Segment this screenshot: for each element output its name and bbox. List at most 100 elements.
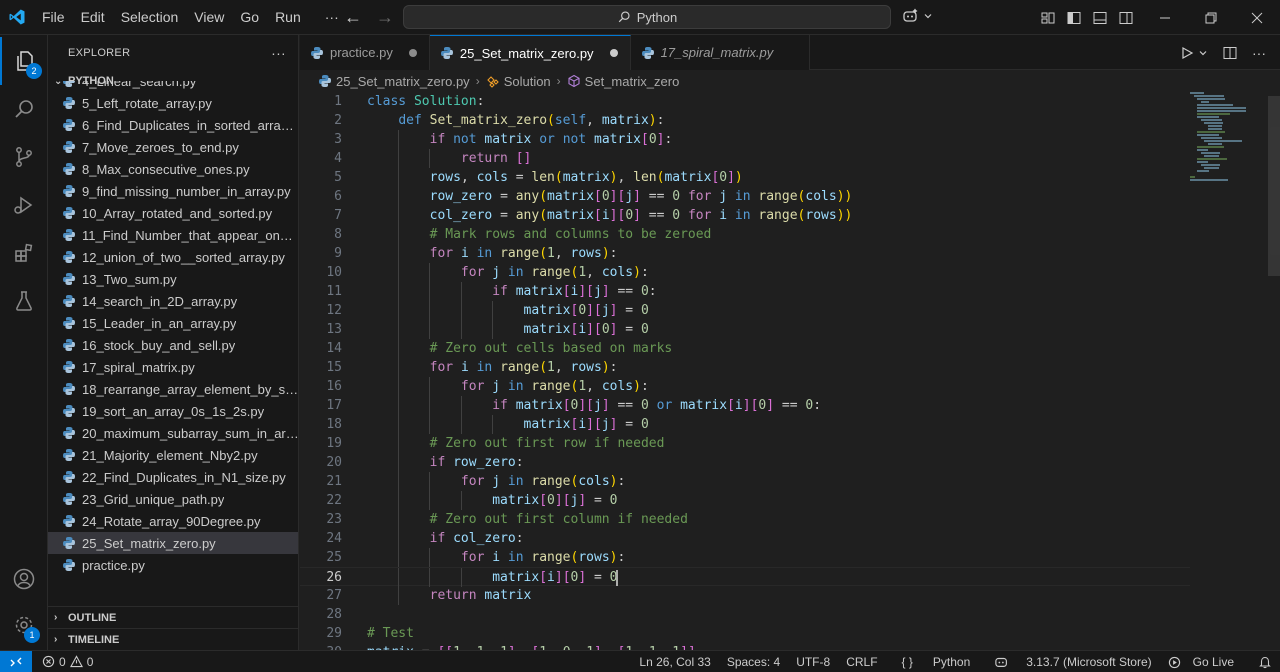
account-icon[interactable] [0,555,48,603]
encoding[interactable]: UTF-8 [788,655,838,669]
breadcrumb-method[interactable]: Set_matrix_zero [585,74,680,89]
code-line[interactable]: 9 for i in range(1, rows): [300,244,1190,263]
file-item[interactable]: 17_spiral_matrix.py [48,356,298,378]
menu-go[interactable]: Go [232,0,267,35]
code-line[interactable]: 7 col_zero = any(matrix[i][0] == 0 for i… [300,206,1190,225]
code-line[interactable]: 24 if col_zero: [300,529,1190,548]
code-line[interactable]: 25 for i in range(rows): [300,548,1190,567]
file-item[interactable]: 11_Find_Number_that_appear_once.py [48,224,298,246]
file-item[interactable]: 19_sort_an_array_0s_1s_2s.py [48,400,298,422]
file-item[interactable]: 23_Grid_unique_path.py [48,488,298,510]
timeline-section[interactable]: › TIMELINE [48,628,298,650]
minimize-icon[interactable] [1142,0,1188,35]
code-line[interactable]: 17 if matrix[0][j] == 0 or matrix[i][0] … [300,396,1190,415]
file-item[interactable]: 12_union_of_two__sorted_array.py [48,246,298,268]
code-line[interactable]: 26 matrix[i][0] = 0 [300,567,1190,587]
file-item[interactable]: 18_rearrange_array_element_by_sign.py [48,378,298,400]
file-item[interactable]: 13_Two_sum.py [48,268,298,290]
file-item[interactable]: 9_find_missing_number_in_array.py [48,180,298,202]
customize-layout-icon[interactable] [1040,10,1056,26]
file-item[interactable]: 7_Move_zeroes_to_end.py [48,136,298,158]
file-item[interactable]: 15_Leader_in_an_array.py [48,312,298,334]
file-item[interactable]: 20_maximum_subarray_sum_in_array.py [48,422,298,444]
code-line[interactable]: 30 matrix = [[1, 1, 1], [1, 0, 1], [1, 1,… [300,643,1190,650]
code-line[interactable]: 21 for j in range(cols): [300,472,1190,491]
outline-section[interactable]: › OUTLINE [48,606,298,628]
indentation[interactable]: Spaces: 4 [719,655,788,669]
testing-flask-icon[interactable] [0,277,48,325]
split-editor-icon[interactable] [1222,45,1238,61]
editor-tab[interactable]: 17_spiral_matrix.py [630,35,811,70]
editor-tab[interactable]: practice.py [300,35,430,70]
code-line[interactable]: 10 for j in range(1, cols): [300,263,1190,282]
code-line[interactable]: 16 for j in range(1, cols): [300,377,1190,396]
copilot-status-icon[interactable] [986,655,1018,669]
explorer-more-actions[interactable]: ··· [271,45,286,61]
file-item[interactable]: practice.py [48,554,298,576]
menu-more[interactable]: ··· [317,0,347,35]
forward-arrow-icon[interactable]: → [376,7,394,28]
code-line[interactable]: 1 class Solution: [300,92,1190,111]
breadcrumb-file[interactable]: 25_Set_matrix_zero.py [336,74,470,89]
close-icon[interactable] [1234,0,1280,35]
file-item[interactable]: 22_Find_Duplicates_in_N1_size.py [48,466,298,488]
restore-icon[interactable] [1188,0,1234,35]
code-line[interactable]: 27 return matrix [300,586,1190,605]
code-line[interactable]: 22 matrix[0][j] = 0 [300,491,1190,510]
menu-file[interactable]: File [34,0,73,35]
code-line[interactable]: 14 # Zero out cells based on marks [300,339,1190,358]
more-actions-icon[interactable]: ··· [1252,45,1266,61]
code-line[interactable]: 3 if not matrix or not matrix[0]: [300,130,1190,149]
language-mode[interactable]: { } Python [886,655,987,669]
code-line[interactable]: 29 # Test [300,624,1190,643]
code-line[interactable]: 28 [300,605,1190,624]
code-line[interactable]: 23 # Zero out first column if needed [300,510,1190,529]
file-item[interactable]: 14_search_in_2D_array.py [48,290,298,312]
command-center-search[interactable]: Python [403,5,891,29]
file-item[interactable]: 16_stock_buy_and_sell.py [48,334,298,356]
code-line[interactable]: 8 # Mark rows and columns to be zeroed [300,225,1190,244]
notifications-bell-icon[interactable] [1250,655,1280,669]
code-line[interactable]: 11 if matrix[i][j] == 0: [300,282,1190,301]
file-item[interactable]: 8_Max_consecutive_ones.py [48,158,298,180]
unsaved-dot-icon[interactable] [609,49,618,57]
unsaved-dot-icon[interactable] [408,48,417,57]
python-interpreter[interactable]: 3.13.7 (Microsoft Store) [1018,655,1159,669]
code-line[interactable]: 18 matrix[i][j] = 0 [300,415,1190,434]
menu-edit[interactable]: Edit [73,0,113,35]
file-item[interactable]: 25_Set_matrix_zero.py [48,532,298,554]
go-live-button[interactable]: Go Live [1160,655,1250,669]
menu-selection[interactable]: Selection [113,0,187,35]
run-python-button[interactable] [1180,46,1208,60]
explorer-icon[interactable]: 2 [0,37,48,85]
code-line[interactable]: 19 # Zero out first row if needed [300,434,1190,453]
file-item[interactable]: 6_Find_Duplicates_in_sorted_array.py [48,114,298,136]
editor-tab[interactable]: 25_Set_matrix_zero.py [429,35,631,70]
toggle-secondary-sidebar-icon[interactable] [1118,10,1134,26]
code-line[interactable]: 12 matrix[0][j] = 0 [300,301,1190,320]
file-item[interactable]: 5_Left_rotate_array.py [48,92,298,114]
code-line[interactable]: 13 matrix[i][0] = 0 [300,320,1190,339]
toggle-panel-icon[interactable] [1092,10,1108,26]
extensions-icon[interactable] [0,229,48,277]
code-line[interactable]: 6 row_zero = any(matrix[0][j] == 0 for j… [300,187,1190,206]
code-line[interactable]: 4 return [] [300,149,1190,168]
code-line[interactable]: 2 def Set_matrix_zero(self, matrix): [300,111,1190,130]
run-and-debug-icon[interactable] [0,181,48,229]
back-arrow-icon[interactable]: ← [344,7,362,28]
line-ending[interactable]: CRLF [838,655,885,669]
code-line[interactable]: 5 rows, cols = len(matrix), len(matrix[0… [300,168,1190,187]
code-editor[interactable]: 1 class Solution: 2 def Set_matrix_zero(se… [300,92,1280,650]
source-control-icon[interactable] [0,133,48,181]
breadcrumb-class[interactable]: Solution [504,74,551,89]
file-item[interactable]: 21_Majority_element_Nby2.py [48,444,298,466]
cursor-position[interactable]: Ln 26, Col 33 [631,655,718,669]
search-icon[interactable] [0,85,48,133]
remote-indicator[interactable] [0,650,32,672]
manage-gear-icon[interactable]: 1 [0,601,48,649]
code-line[interactable]: 15 for i in range(1, rows): [300,358,1190,377]
scrollbar-thumb[interactable] [1268,96,1280,276]
file-item[interactable]: 4_Linear_search.py [48,81,298,92]
copilot-button[interactable] [902,8,933,24]
minimap[interactable] [1188,92,1280,650]
